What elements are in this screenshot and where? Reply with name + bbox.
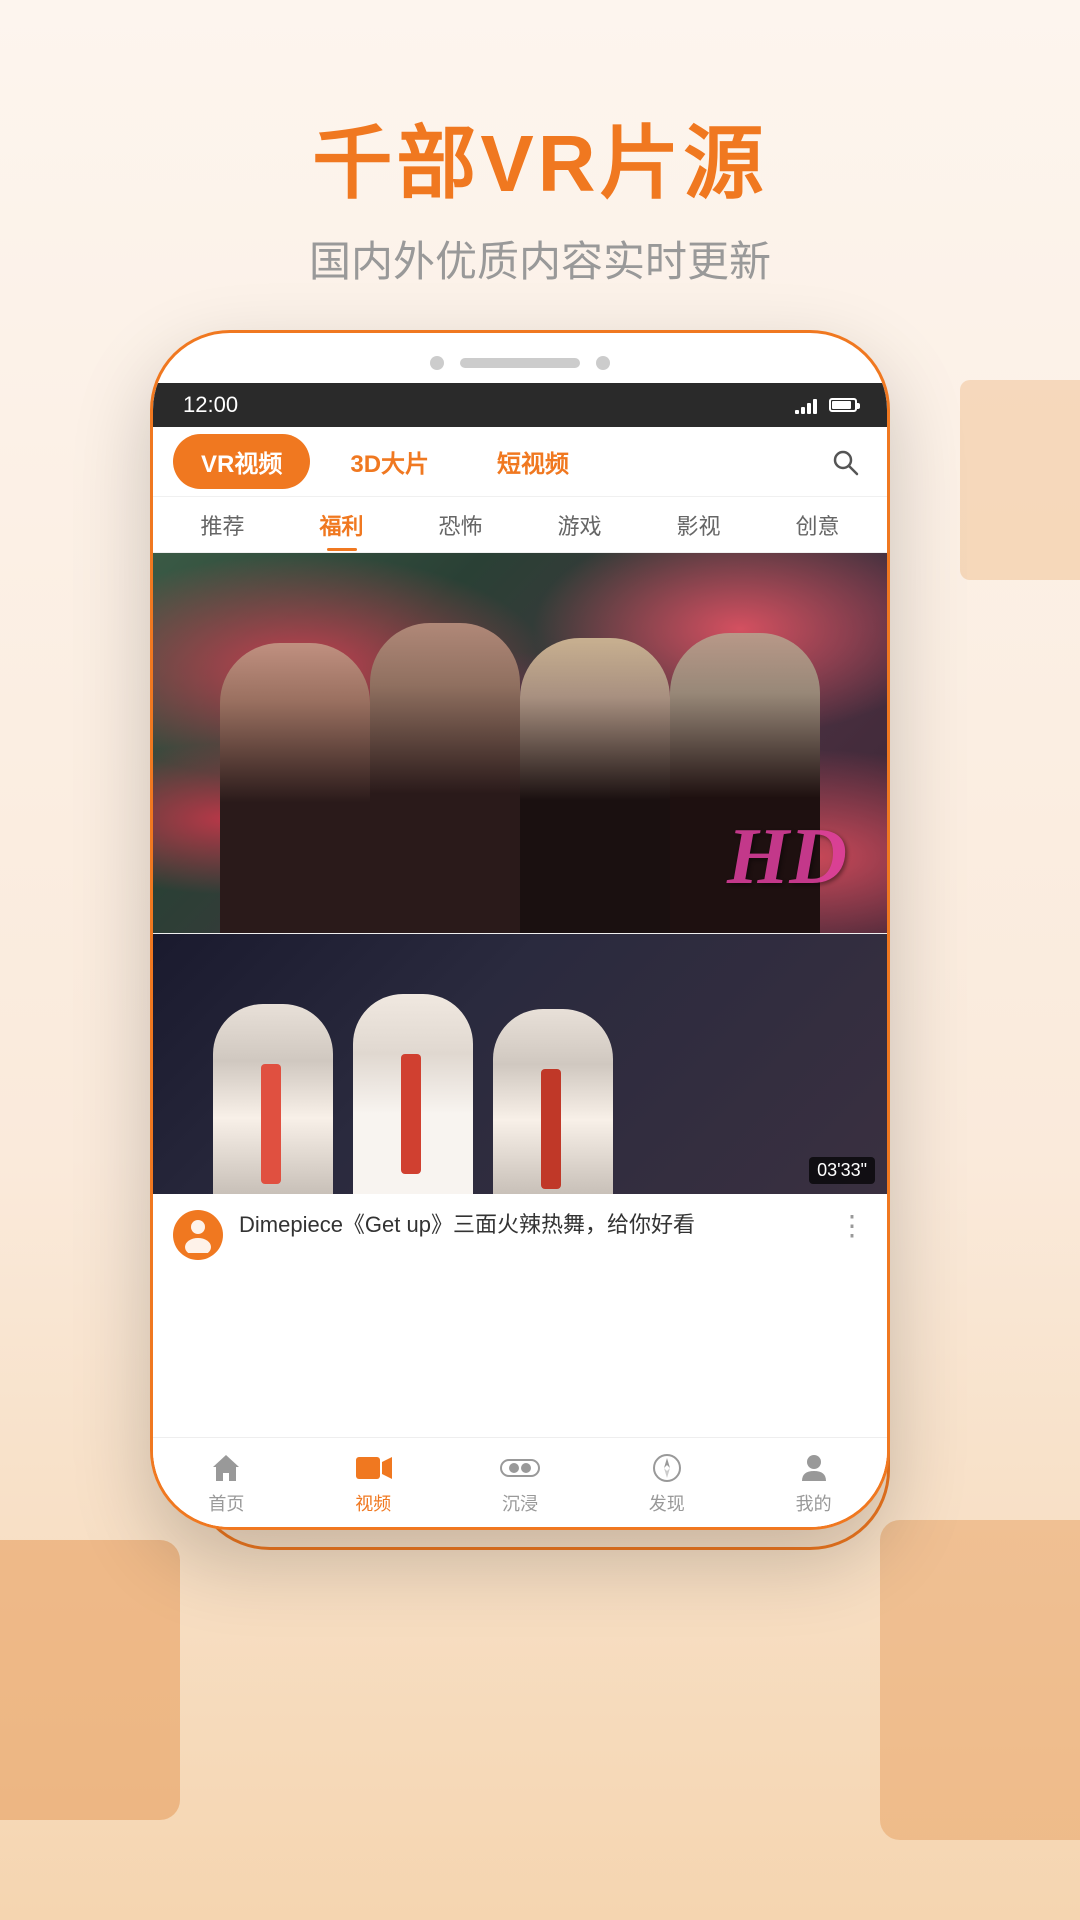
nav-immerse[interactable]: 沉浸 [447,1442,594,1524]
video-thumbnail[interactable]: 03'33" [153,934,887,1194]
phone-top-bar [153,333,887,393]
video-title: Dimepiece《Get up》三面火辣热舞，给你好看 [239,1210,821,1241]
video-info: Dimepiece《Get up》三面火辣热舞，给你好看 ⋮ [153,1194,887,1276]
video-content-card: 03'33" Dimepiece《Get up》三面火辣热舞，给你好看 ⋮ [153,933,887,1276]
nav-profile-label: 我的 [796,1490,832,1516]
video-more-button[interactable]: ⋮ [837,1210,867,1240]
compass-icon [647,1450,687,1486]
nav-discover[interactable]: 发现 [593,1442,740,1524]
header-section: 千部VR片源 国内外优质内容实时更新 [0,0,1080,349]
cat-horror[interactable]: 恐怖 [401,501,520,549]
battery-icon [829,398,857,412]
tab-vr-video[interactable]: VR视频 [173,434,310,489]
cat-welfare[interactable]: 福利 [282,501,401,549]
home-icon [206,1450,246,1486]
hd-logo: HD [727,812,847,903]
cat-recommend[interactable]: 推荐 [163,501,282,549]
cat-creative[interactable]: 创意 [758,501,877,549]
cat-film[interactable]: 影视 [639,501,758,549]
bottom-nav: 首页 视频 [153,1437,887,1527]
video-avatar [173,1210,223,1260]
nav-discover-label: 发现 [649,1490,685,1516]
nav-home[interactable]: 首页 [153,1442,300,1524]
phone-screen: 12:00 VR视频 3D大片 [153,383,887,1527]
search-button[interactable] [823,440,867,484]
cat-game[interactable]: 游戏 [520,501,639,549]
phone-dot-right [596,356,610,370]
video-text: Dimepiece《Get up》三面火辣热舞，给你好看 [239,1210,821,1241]
tab-short-video[interactable]: 短视频 [469,434,597,489]
app-tab-bar: VR视频 3D大片 短视频 [153,427,887,497]
nav-profile[interactable]: 我的 [740,1442,887,1524]
phone-dot-left [430,356,444,370]
main-title: 千部VR片源 [0,120,1080,208]
banner-area: HD [153,553,887,933]
sub-title: 国内外优质内容实时更新 [0,228,1080,289]
phone-speaker [460,358,580,368]
tab-3d-movie[interactable]: 3D大片 [322,434,457,489]
video-icon [353,1450,393,1486]
signal-bars-icon [795,396,817,414]
nav-home-label: 首页 [208,1490,244,1516]
video-duration: 03'33" [809,1157,875,1184]
status-time: 12:00 [183,392,238,418]
bg-shape-right [960,380,1080,580]
nav-immerse-label: 沉浸 [502,1490,538,1516]
vr-icon [500,1450,540,1486]
phone-mockup: 12:00 VR视频 3D大片 [150,330,930,1810]
user-icon [794,1450,834,1486]
phone-body: 12:00 VR视频 3D大片 [150,330,890,1530]
category-nav: 推荐 福利 恐怖 游戏 影视 创意 [153,497,887,553]
nav-video-label: 视频 [355,1490,391,1516]
nav-video[interactable]: 视频 [300,1442,447,1524]
status-icons [795,396,857,414]
